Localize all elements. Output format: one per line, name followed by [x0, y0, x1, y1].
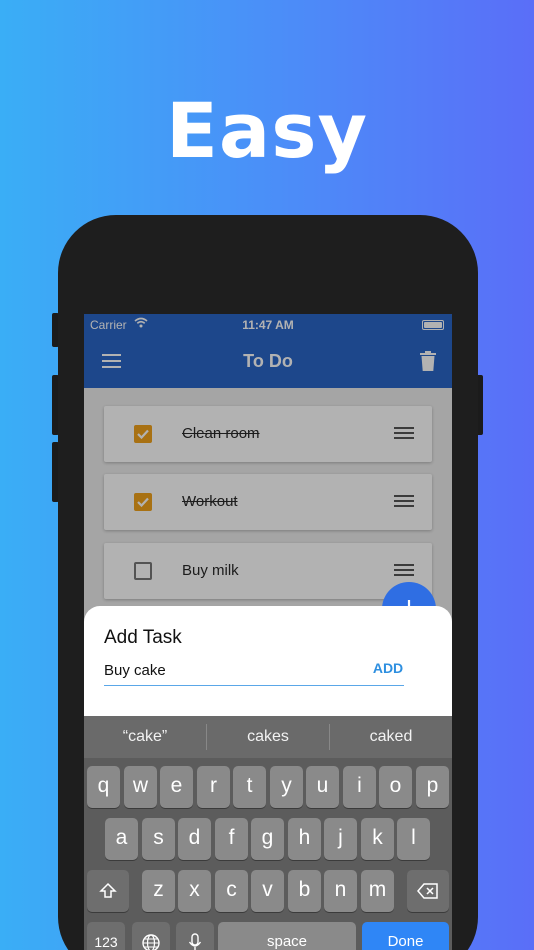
key[interactable]: q — [87, 766, 120, 808]
key[interactable]: n — [324, 870, 357, 912]
backspace-icon — [417, 883, 438, 899]
headline: Easy — [166, 86, 368, 175]
key[interactable]: z — [142, 870, 175, 912]
globe-icon — [142, 934, 160, 950]
key[interactable]: l — [397, 818, 430, 860]
add-task-sheet: Add Task ADD — [84, 606, 452, 716]
shift-key[interactable] — [87, 870, 129, 912]
microphone-key[interactable] — [176, 922, 214, 950]
suggestion-item[interactable]: “cake” — [84, 716, 206, 758]
key[interactable]: x — [178, 870, 211, 912]
space-key[interactable]: space — [218, 922, 356, 950]
key[interactable]: p — [416, 766, 449, 808]
key[interactable]: b — [288, 870, 321, 912]
suggestion-item[interactable]: cakes — [207, 716, 329, 758]
key[interactable]: y — [270, 766, 303, 808]
key[interactable]: m — [361, 870, 394, 912]
suggestion-item[interactable]: caked — [330, 716, 452, 758]
suggestion-bar: “cake” cakes caked — [84, 716, 452, 758]
key[interactable]: d — [178, 818, 211, 860]
key[interactable]: r — [197, 766, 230, 808]
shift-icon — [99, 882, 117, 898]
key[interactable]: c — [215, 870, 248, 912]
microphone-icon — [188, 933, 202, 950]
sheet-title: Add Task — [104, 627, 182, 648]
task-name-input[interactable] — [104, 650, 404, 686]
key[interactable]: t — [233, 766, 266, 808]
key[interactable]: a — [105, 818, 138, 860]
key[interactable]: e — [160, 766, 193, 808]
backspace-key[interactable] — [407, 870, 449, 912]
key[interactable]: j — [324, 818, 357, 860]
key[interactable]: o — [379, 766, 412, 808]
key[interactable]: h — [288, 818, 321, 860]
key[interactable]: f — [215, 818, 248, 860]
keyboard: “cake” cakes caked q w e r t y u i o p a… — [84, 716, 452, 950]
app-screen: Carrier 11:47 AM To Do Clean room Workou… — [84, 314, 452, 950]
done-key[interactable]: Done — [362, 922, 449, 950]
key[interactable]: i — [343, 766, 376, 808]
key[interactable]: v — [251, 870, 284, 912]
key[interactable]: s — [142, 818, 175, 860]
globe-key[interactable] — [132, 922, 170, 950]
key[interactable]: g — [251, 818, 284, 860]
add-button[interactable]: ADD — [362, 657, 414, 679]
key[interactable]: k — [361, 818, 394, 860]
key[interactable]: u — [306, 766, 339, 808]
key[interactable]: w — [124, 766, 157, 808]
numbers-key[interactable]: 123 — [87, 922, 125, 950]
